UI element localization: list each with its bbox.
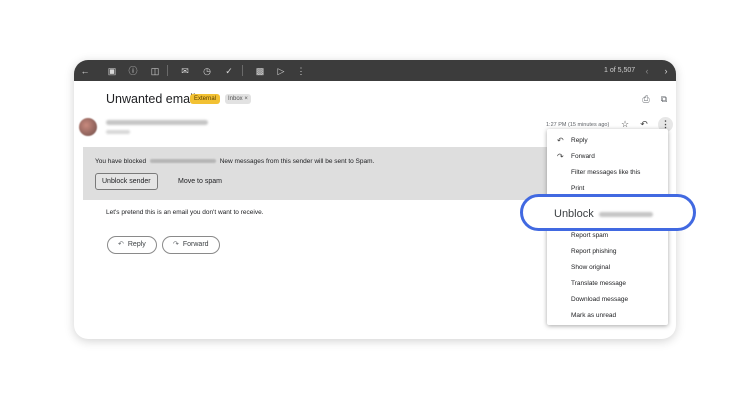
- move-to-spam-button[interactable]: Move to spam: [178, 177, 222, 186]
- menu-item-translate[interactable]: Translate message: [571, 279, 626, 288]
- menu-item-reply[interactable]: Reply: [571, 136, 588, 145]
- archive-icon[interactable]: ▣: [105, 64, 119, 78]
- add-task-icon[interactable]: ✓: [222, 64, 236, 78]
- reply-icon: ↶: [557, 136, 564, 145]
- menu-item-report-phishing[interactable]: Report phishing: [571, 247, 617, 256]
- menu-item-print[interactable]: Print: [571, 184, 584, 193]
- delete-icon[interactable]: ◫: [148, 64, 162, 78]
- menu-item-show-original[interactable]: Show original: [571, 263, 610, 272]
- reply-button[interactable]: ↶ Reply: [107, 236, 157, 254]
- reply-label: Reply: [127, 241, 146, 248]
- menu-item-report-spam[interactable]: Report spam: [571, 231, 608, 240]
- label-icon[interactable]: ▷: [274, 64, 288, 78]
- toolbar: ← ▣ ⓘ ◫ ✉ ◷ ✓ ▩ ▷ ⋮ 1 of 5,507 ‹ ›: [74, 60, 676, 81]
- report-spam-icon[interactable]: ⓘ: [126, 64, 140, 78]
- blocked-notice-prefix: You have blocked: [95, 158, 147, 165]
- previous-icon[interactable]: ‹: [640, 64, 654, 78]
- menu-item-forward[interactable]: Forward: [571, 152, 595, 161]
- message-time: 1:27 PM (15 minutes ago): [546, 122, 610, 128]
- reply-icon: ↶: [118, 241, 124, 248]
- blocked-address-redacted: [149, 159, 216, 164]
- more-icon[interactable]: ⋮: [294, 64, 308, 78]
- forward-icon: ↷: [173, 241, 179, 248]
- back-arrow-icon[interactable]: ←: [78, 64, 92, 78]
- menu-item-download[interactable]: Download message: [571, 295, 628, 304]
- forward-button[interactable]: ↷ Forward: [162, 236, 220, 254]
- blocked-sender-banner: You have blocked New messages from this …: [83, 147, 551, 200]
- pagination-count: 1 of 5,507: [604, 67, 636, 74]
- next-icon[interactable]: ›: [659, 64, 673, 78]
- blocked-notice-suffix: New messages from this sender will be se…: [219, 158, 375, 165]
- sender-avatar: [79, 118, 97, 136]
- unblock-highlight-callout[interactable]: Unblock: [520, 194, 696, 231]
- unblock-label: Unblock: [554, 208, 594, 220]
- menu-item-filter[interactable]: Filter messages like this: [571, 168, 640, 177]
- inbox-label[interactable]: Inbox ×: [225, 94, 251, 104]
- recipient-redacted: [106, 130, 130, 134]
- email-body: Let's pretend this is an email you don't…: [106, 209, 264, 216]
- snooze-icon[interactable]: ◷: [200, 64, 214, 78]
- toolbar-divider: [242, 65, 243, 76]
- move-to-icon[interactable]: ▩: [253, 64, 267, 78]
- email-subject: Unwanted email: [106, 92, 196, 106]
- open-new-window-icon[interactable]: ⧉: [658, 93, 670, 105]
- menu-item-mark-unread[interactable]: Mark as unread: [571, 311, 616, 320]
- external-label: External: [190, 94, 221, 104]
- sender-name-redacted: [106, 120, 208, 125]
- mail-icon[interactable]: ✉: [178, 64, 192, 78]
- toolbar-divider: [167, 65, 168, 76]
- sender-name-redacted: [599, 212, 653, 217]
- unblock-sender-button[interactable]: Unblock sender: [95, 173, 158, 190]
- forward-icon: ↷: [557, 152, 564, 161]
- print-icon[interactable]: ⎙: [640, 93, 652, 105]
- blocked-notice: You have blocked New messages from this …: [95, 157, 374, 166]
- forward-label: Forward: [182, 241, 209, 248]
